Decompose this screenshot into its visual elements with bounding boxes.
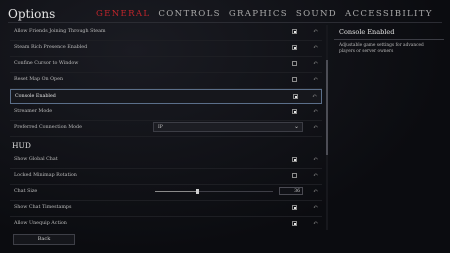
setting-label: Allow Unequip Action [14, 221, 67, 226]
description-text: Adjustable game settings for advanced pl… [339, 43, 424, 54]
setting-label: Steam Rich Presence Enabled [14, 45, 88, 50]
setting-label: Locked Minimap Rotation [14, 173, 77, 178]
setting-row-streamer-mode[interactable]: Streamer Mode ↶ [10, 105, 322, 121]
setting-row-show-chat-timestamps[interactable]: Show Chat Timestamps ↶ [10, 201, 322, 217]
setting-checkbox[interactable] [292, 109, 297, 114]
reset-icon[interactable]: ↶ [313, 204, 318, 211]
setting-checkbox[interactable] [292, 221, 297, 226]
reset-icon[interactable]: ↶ [313, 76, 318, 83]
setting-row-locked-minimap-rotation[interactable]: Locked Minimap Rotation ↶ [10, 169, 322, 185]
header-divider [8, 22, 442, 23]
setting-checkbox[interactable] [293, 94, 298, 99]
reset-icon[interactable]: ↶ [313, 44, 318, 51]
setting-label: Reset Map On Open [14, 77, 64, 82]
setting-label: Chat Size [14, 189, 38, 194]
setting-label: Show Chat Timestamps [14, 205, 72, 210]
reset-icon[interactable]: ↶ [313, 124, 318, 131]
connection-mode-dropdown[interactable]: IP ⌄ [153, 122, 303, 132]
chat-size-slider[interactable] [155, 189, 273, 194]
description-title: Console Enabled [339, 28, 395, 36]
back-button[interactable]: Back [13, 234, 75, 245]
settings-tabs: GENERAL CONTROLS GRAPHICS SOUND ACCESSIB… [96, 9, 433, 19]
setting-row-allow-unequip-action[interactable]: Allow Unequip Action ↶ [10, 217, 322, 230]
reset-icon[interactable]: ↶ [313, 172, 318, 179]
setting-label: Preferred Connection Mode [14, 125, 82, 130]
setting-checkbox[interactable] [292, 45, 297, 50]
tab-sound[interactable]: SOUND [296, 9, 337, 19]
settings-scrollbar[interactable] [326, 25, 328, 230]
settings-list: Allow Friends Joining Through Steam ↶ St… [8, 25, 326, 230]
setting-checkbox[interactable] [292, 173, 297, 178]
reset-icon[interactable]: ↶ [312, 93, 317, 100]
tab-general[interactable]: GENERAL [96, 9, 150, 19]
tab-graphics[interactable]: GRAPHICS [229, 9, 288, 19]
reset-icon[interactable]: ↶ [313, 28, 318, 35]
page-title: Options [8, 7, 56, 21]
reset-icon[interactable]: ↶ [313, 156, 318, 163]
setting-label: Allow Friends Joining Through Steam [14, 29, 106, 34]
slider-thumb[interactable] [196, 189, 200, 194]
setting-row-preferred-connection-mode[interactable]: Preferred Connection Mode IP ⌄ ↶ [10, 121, 322, 137]
setting-checkbox[interactable] [292, 157, 297, 162]
setting-row-steam-rich-presence[interactable]: Steam Rich Presence Enabled ↶ [10, 41, 322, 57]
setting-checkbox[interactable] [292, 205, 297, 210]
description-divider [334, 39, 444, 40]
setting-label: Streamer Mode [14, 109, 53, 114]
section-heading-hud: HUD [12, 141, 31, 150]
reset-icon[interactable]: ↶ [313, 60, 318, 67]
dropdown-value: IP [158, 124, 163, 130]
reset-icon[interactable]: ↶ [313, 188, 318, 195]
setting-row-confine-cursor[interactable]: Confine Cursor to Window ↶ [10, 57, 322, 73]
slider-fill [155, 191, 198, 192]
setting-row-reset-map-on-open[interactable]: Reset Map On Open ↶ [10, 73, 322, 89]
setting-row-chat-size[interactable]: Chat Size 36 ↶ [10, 185, 322, 201]
setting-row-allow-friends-joining[interactable]: Allow Friends Joining Through Steam ↶ [10, 25, 322, 41]
chat-size-input[interactable]: 36 [279, 187, 303, 195]
setting-checkbox[interactable] [292, 77, 297, 82]
chevron-down-icon: ⌄ [293, 123, 299, 130]
setting-row-show-global-chat[interactable]: Show Global Chat ↶ [10, 153, 322, 169]
description-panel: Console Enabled Adjustable game settings… [334, 25, 444, 230]
tab-controls[interactable]: CONTROLS [158, 9, 220, 19]
setting-checkbox[interactable] [292, 61, 297, 66]
setting-label: Show Global Chat [14, 157, 58, 162]
reset-icon[interactable]: ↶ [313, 108, 318, 115]
tab-accessibility[interactable]: ACCESSIBILITY [345, 9, 433, 19]
setting-label: Console Enabled [15, 94, 56, 99]
scrollbar-thumb[interactable] [326, 60, 328, 155]
setting-row-console-enabled[interactable]: Console Enabled ↶ [10, 89, 322, 104]
reset-icon[interactable]: ↶ [313, 220, 318, 227]
setting-label: Confine Cursor to Window [14, 61, 79, 66]
setting-checkbox[interactable] [292, 29, 297, 34]
